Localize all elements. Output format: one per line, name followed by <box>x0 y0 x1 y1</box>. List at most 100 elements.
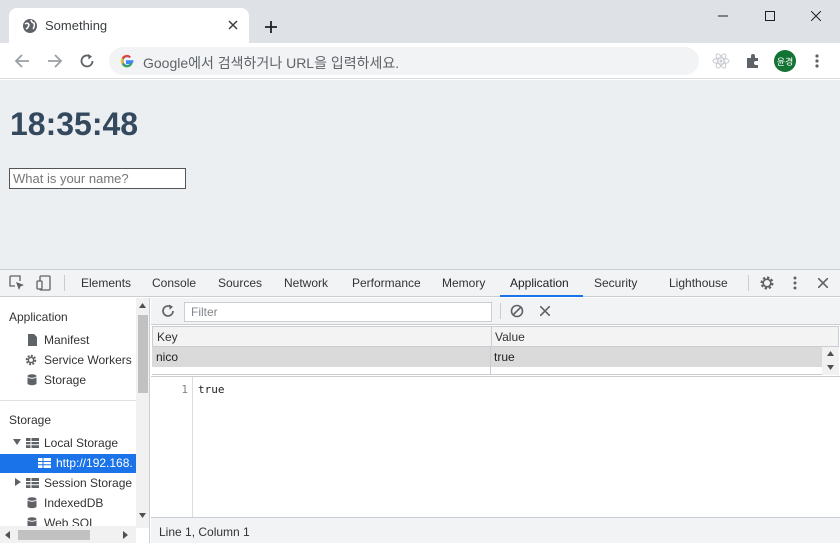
more-options-icon[interactable] <box>787 275 803 291</box>
database-icon <box>26 497 38 509</box>
profile-avatar[interactable]: 윤경 <box>774 50 796 72</box>
sidebar-item-session-storage[interactable]: Session Storage <box>12 473 136 493</box>
tab-memory[interactable]: Memory <box>442 270 485 297</box>
name-input[interactable] <box>9 168 186 189</box>
line-number: 1 <box>181 383 188 396</box>
file-icon <box>26 334 38 346</box>
table-row[interactable]: nico true <box>152 347 822 367</box>
minimize-button[interactable] <box>700 0 746 32</box>
toolbar-divider <box>500 303 501 319</box>
forward-arrow-icon[interactable] <box>43 49 67 73</box>
column-header-key[interactable]: Key <box>157 330 178 344</box>
column-header-value[interactable]: Value <box>495 330 525 344</box>
triangle-down-icon <box>12 437 24 449</box>
sidebar-heading-application: Application <box>9 310 68 324</box>
device-toolbar-icon[interactable] <box>36 275 52 291</box>
refresh-icon[interactable] <box>160 303 176 319</box>
editor-status-bar: Line 1, Column 1 <box>151 517 840 543</box>
extensions-puzzle-icon[interactable] <box>741 49 765 73</box>
table-empty-row <box>152 367 822 375</box>
filter-input[interactable] <box>184 302 492 322</box>
code-line[interactable]: true <box>198 383 225 396</box>
scroll-down-icon[interactable] <box>139 513 146 518</box>
window-close-button[interactable] <box>793 0 839 32</box>
origin-label: http://192.168. <box>56 456 133 470</box>
sidebar-divider <box>0 400 136 401</box>
more-menu-icon[interactable] <box>805 49 829 73</box>
omnibox-placeholder: Google에서 검색하거나 URL을 입력하세요. <box>143 55 400 71</box>
sidebar-item-label: Storage <box>44 373 87 387</box>
table-header: Key Value <box>152 326 839 347</box>
tab-title: Something <box>45 18 108 33</box>
clock-display: 18:35:48 <box>10 106 139 142</box>
close-icon[interactable] <box>815 275 831 291</box>
horizontal-scrollbar-thumb[interactable] <box>18 530 90 540</box>
table-grid-icon <box>26 477 39 489</box>
page-viewport: 18:35:48 <box>0 80 840 269</box>
maximize-button[interactable] <box>747 0 793 32</box>
table-grid-icon <box>38 457 51 469</box>
sidebar-scrollbar-thumb[interactable] <box>138 315 148 393</box>
sidebar-item-label: Service Workers <box>44 353 132 367</box>
cursor-position: Line 1, Column 1 <box>159 525 250 539</box>
column-divider <box>490 347 491 375</box>
sidebar-horizontal-scrollbar[interactable] <box>0 526 136 543</box>
sidebar-item-manifest[interactable]: Manifest <box>24 330 134 350</box>
toolbar-divider <box>64 275 65 291</box>
row-key-cell[interactable]: nico <box>156 350 178 364</box>
sidebar-item-label: Session Storage <box>44 476 133 490</box>
browser-tab[interactable]: Something <box>9 8 249 43</box>
sidebar-item-indexeddb[interactable]: IndexedDB <box>24 493 136 513</box>
triangle-right-icon <box>13 477 25 489</box>
tab-application[interactable]: Application <box>500 270 583 297</box>
toolbar-divider <box>748 275 749 291</box>
back-arrow-icon[interactable] <box>10 49 34 73</box>
tab-performance[interactable]: Performance <box>352 270 421 297</box>
sidebar-item-storage[interactable]: Storage <box>24 370 134 390</box>
scroll-down-icon[interactable] <box>827 365 834 370</box>
globe-icon <box>22 18 38 34</box>
devtools-tab-bar: Elements Console Sources Network Perform… <box>0 270 840 297</box>
gear-icon[interactable] <box>759 275 775 291</box>
tab-elements[interactable]: Elements <box>81 270 131 297</box>
devtools-panel: Elements Console Sources Network Perform… <box>0 269 840 543</box>
table-scrollbar[interactable] <box>822 347 839 375</box>
address-bar[interactable]: Google에서 검색하거나 URL을 입력하세요. <box>109 47 699 75</box>
sidebar-item-service-workers[interactable]: Service Workers <box>24 350 134 370</box>
sidebar-item-local-storage-origin[interactable]: http://192.168. <box>0 454 136 473</box>
scroll-left-icon[interactable] <box>5 531 10 539</box>
clear-all-icon[interactable] <box>509 303 525 319</box>
close-icon[interactable] <box>225 17 241 33</box>
local-storage-panel: Key Value nico true 1 true Line 1, Colum… <box>151 298 840 543</box>
scroll-up-icon[interactable] <box>827 351 834 356</box>
new-tab-button[interactable] <box>259 15 283 39</box>
delete-selected-icon[interactable] <box>537 303 553 319</box>
row-value-cell[interactable]: true <box>494 350 515 364</box>
tab-network[interactable]: Network <box>284 270 328 297</box>
tab-console[interactable]: Console <box>152 270 196 297</box>
gear-icon <box>25 354 37 366</box>
google-icon <box>119 53 135 69</box>
sidebar-item-label: Manifest <box>44 333 90 347</box>
react-extension-icon[interactable] <box>709 49 733 73</box>
inspect-element-icon[interactable] <box>9 275 25 291</box>
tab-sources[interactable]: Sources <box>218 270 262 297</box>
sidebar-item-local-storage[interactable]: Local Storage <box>12 433 136 453</box>
tab-lighthouse[interactable]: Lighthouse <box>669 270 728 297</box>
reload-icon[interactable] <box>75 49 99 73</box>
line-number-gutter: 1 <box>151 377 193 518</box>
column-divider <box>491 327 492 347</box>
tab-security[interactable]: Security <box>594 270 637 297</box>
application-sidebar: Application Manifest Service Workers Sto… <box>0 298 150 543</box>
scroll-up-icon[interactable] <box>139 303 146 308</box>
database-icon <box>26 374 38 386</box>
tab-strip: Something <box>0 0 840 43</box>
table-grid-icon <box>26 437 39 449</box>
storage-toolbar <box>151 298 840 325</box>
browser-toolbar: Google에서 검색하거나 URL을 입력하세요. <box>0 43 840 79</box>
sidebar-item-label: IndexedDB <box>44 496 104 510</box>
sidebar-item-label: Local Storage <box>44 436 119 450</box>
sidebar-heading-storage: Storage <box>9 413 52 427</box>
scroll-right-icon[interactable] <box>123 531 128 539</box>
value-preview-editor[interactable]: 1 true <box>151 376 840 518</box>
